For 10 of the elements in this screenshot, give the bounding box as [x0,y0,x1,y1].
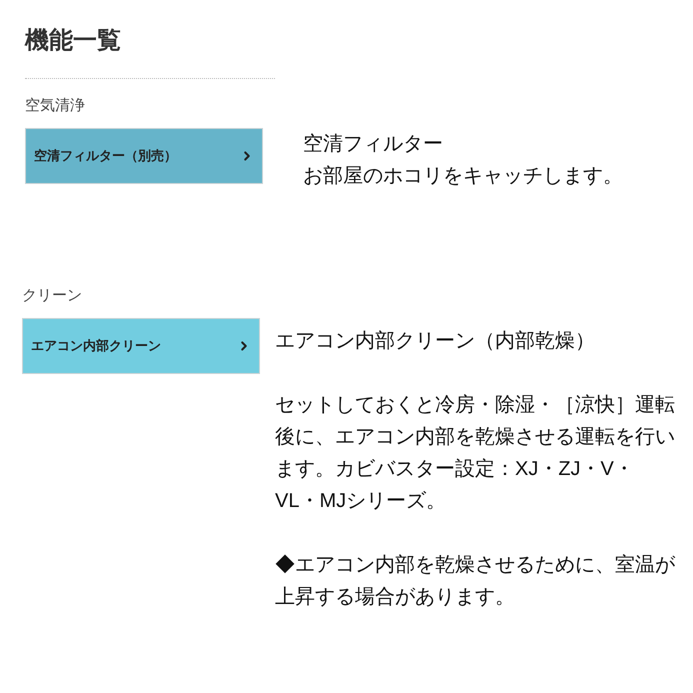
description-text: お部屋のホコリをキャッチします。 [303,164,624,189]
feature-button[interactable]: エアコン内部クリーン [22,318,260,374]
section-label: 空気清浄 [25,96,85,116]
description-text: ◆エアコン内部を乾燥させるために、室温が上昇する場合があります。 [275,553,676,610]
feature-button[interactable]: 空清フィルター（別売） [25,128,263,184]
description-title: エアコン内部クリーン（内部乾燥） [275,329,595,354]
description-title: 空清フィルター [303,132,443,157]
section-label: クリーン [22,286,82,306]
page-title: 機能一覧 [25,26,121,56]
description-text: セットしておくと冷房・除湿・［涼快］運転後に、エアコン内部を乾燥させる運転を行います。カビバスター設定：XJ・ZJ・V・VL・MJシリーズ。 [275,393,676,514]
